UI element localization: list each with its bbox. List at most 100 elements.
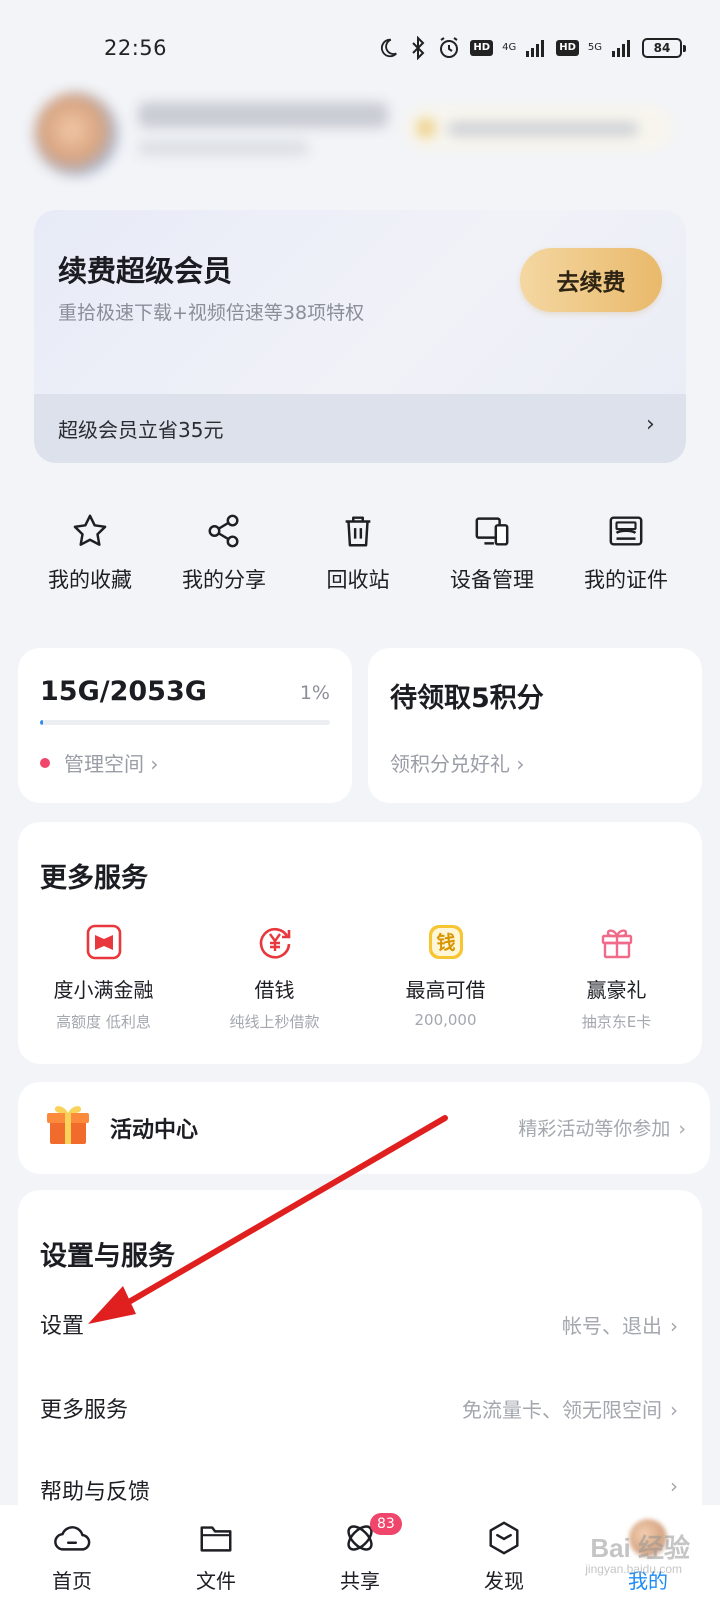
nav-label: 首页 [52,1569,92,1593]
quick-action-label: 我的证件 [584,568,668,592]
yen-circle-icon [259,927,290,959]
manage-space-label: 管理空间 › [64,752,159,776]
quick-action-shares[interactable]: 我的分享 [157,512,291,612]
duxiaoman-icon [86,924,121,960]
quick-action-favorites[interactable]: 我的收藏 [23,512,157,612]
vip-renew-card[interactable]: 续费超级会员 重拾极速下载+视频倍速等38项特权 去续费 超级会员立省35元 › [34,210,686,463]
quick-action-devices[interactable]: 设备管理 [425,512,559,612]
quick-action-label: 我的收藏 [48,568,132,592]
service-desc: 纯线上秒借款 [229,1013,320,1031]
quick-action-label: 我的分享 [182,568,266,592]
service-desc: 高额度 低利息 [56,1013,151,1031]
gift-icon [601,929,632,959]
hd-badge-1: HD [470,40,494,56]
activity-center-row[interactable]: 活动中心 精彩活动等你参加 › [18,1082,710,1174]
net-4g-label: 4G [502,42,517,53]
vip-savings-row[interactable]: 超级会员立省35元 › [34,394,686,463]
settings-row-label: 设置 [40,1314,85,1339]
service-name: 最高可借 [405,978,486,1002]
service-desc: 抽京东E卡 [581,1013,652,1031]
service-name: 度小满金融 [53,978,154,1002]
nav-discover[interactable]: 发现 [432,1505,576,1600]
service-borrow[interactable]: 借钱 纯线上秒借款 [189,922,360,1032]
more-services-row-hint: 免流量卡、领无限空间 › [462,1394,678,1423]
settings-services-card: 设置与服务 设置 帐号、退出 › 更多服务 免流量卡、领无限空间 › 帮助与反馈 › [18,1190,702,1520]
devices-icon [475,517,509,546]
redeem-points-link[interactable]: 领积分兑好礼 › [390,748,524,777]
quick-action-id-docs[interactable]: 我的证件 [559,512,693,612]
more-services-card: 更多服务 度小满金融 高额度 低利息 借钱 纯线上秒借款 钱 最高可借 200,… [18,822,702,1064]
settings-row[interactable]: 设置 帐号、退出 › [18,1282,702,1362]
service-duxiaoman[interactable]: 度小满金融 高额度 低利息 [18,922,189,1032]
quick-action-label: 设备管理 [450,568,534,592]
storage-percent: 1% [299,682,330,704]
settings-services-title: 设置与服务 [40,1241,175,1272]
battery-level: 84 [653,41,671,55]
service-desc: 200,000 [414,1011,477,1029]
money-icon: 钱 [428,925,463,959]
services-row: 度小满金融 高额度 低利息 借钱 纯线上秒借款 钱 最高可借 200,000 赢… [18,922,702,1032]
svg-text:钱: 钱 [436,931,455,954]
quick-action-label: 回收站 [326,568,390,592]
service-gift[interactable]: 赢豪礼 抽京东E卡 [531,922,702,1032]
help-feedback-hint: › [662,1474,678,1498]
trash-icon [345,516,371,547]
nav-files[interactable]: 文件 [144,1505,288,1600]
notification-dot [40,757,50,768]
more-services-hint-text: 免流量卡、领无限空间 [462,1398,662,1422]
settings-hint-text: 帐号、退出 [562,1314,662,1338]
status-icons: HD 4G HD 5G 84 [377,34,686,62]
alarm-icon [440,37,459,58]
activity-center-title: 活动中心 [110,1118,199,1143]
vip-savings-text: 超级会员立省35元 [58,418,224,442]
nav-label: 发现 [484,1569,524,1593]
chevron-right-icon: › [670,1398,678,1422]
storage-card[interactable]: 15G/2053G 1% 管理空间 › [18,648,352,803]
status-bar: 22:56 HD 4G HD 5G 84 [0,0,720,100]
quick-action-recycle-bin[interactable]: 回收站 [291,512,425,612]
chevron-right-icon: › [678,1118,686,1140]
nav-share[interactable]: 83 共享 [288,1505,432,1600]
storage-progress-fill [40,720,43,725]
moon-icon [381,38,398,58]
settings-row-hint: 帐号、退出 › [562,1310,678,1339]
storage-progress-bar [40,720,330,725]
hd-badge-2: HD [556,40,579,56]
net-5g-label: 5G [587,42,602,53]
activity-center-hint: 精彩活动等你参加 › [518,1114,686,1141]
chevron-right-icon: › [670,1474,678,1498]
star-icon [73,514,107,546]
baidu-jingyan-watermark-sub: jingyan.baidu.com [585,1562,682,1576]
manage-space-link[interactable]: 管理空间 › [40,748,158,777]
service-name: 借钱 [254,978,295,1002]
folder-icon [200,1526,232,1552]
vip-title: 续费超级会员 [58,254,233,288]
nav-label: 文件 [196,1569,236,1593]
renew-button[interactable]: 去续费 [520,248,662,312]
gift-box-icon [47,1106,89,1144]
member-pill-blurred[interactable] [404,104,674,152]
avatar[interactable] [34,92,118,176]
vip-subtitle: 重拾极速下载+视频倍速等38项特权 [58,302,365,324]
nav-label: 共享 [340,1569,380,1593]
battery-icon: 84 [642,38,686,58]
more-services-row-label: 更多服务 [40,1398,129,1423]
service-max-loan[interactable]: 钱 最高可借 200,000 [360,922,531,1032]
points-card[interactable]: 待领取5积分 领积分兑好礼 › [368,648,702,803]
username-blurred [138,102,388,128]
chevron-right-icon: › [670,1314,678,1338]
baidu-jingyan-watermark: Bai 经验 [590,1533,690,1563]
points-title: 待领取5积分 [390,683,544,714]
share-icon [208,514,239,548]
quick-actions: 我的收藏 我的分享 回收站 设备管理 我的证件 [0,512,720,612]
id-card-icon [609,516,643,546]
cube-icon [489,1521,519,1555]
share-badge: 83 [370,1513,402,1535]
profile-header[interactable] [34,92,686,182]
more-services-row[interactable]: 更多服务 免流量卡、领无限空间 › [18,1366,702,1446]
home-cloud-icon [54,1526,91,1551]
storage-used: 15G/2053G [40,676,207,707]
nav-home[interactable]: 首页 [0,1505,144,1600]
help-feedback-label: 帮助与反馈 [40,1480,151,1505]
bluetooth-icon [412,36,425,60]
